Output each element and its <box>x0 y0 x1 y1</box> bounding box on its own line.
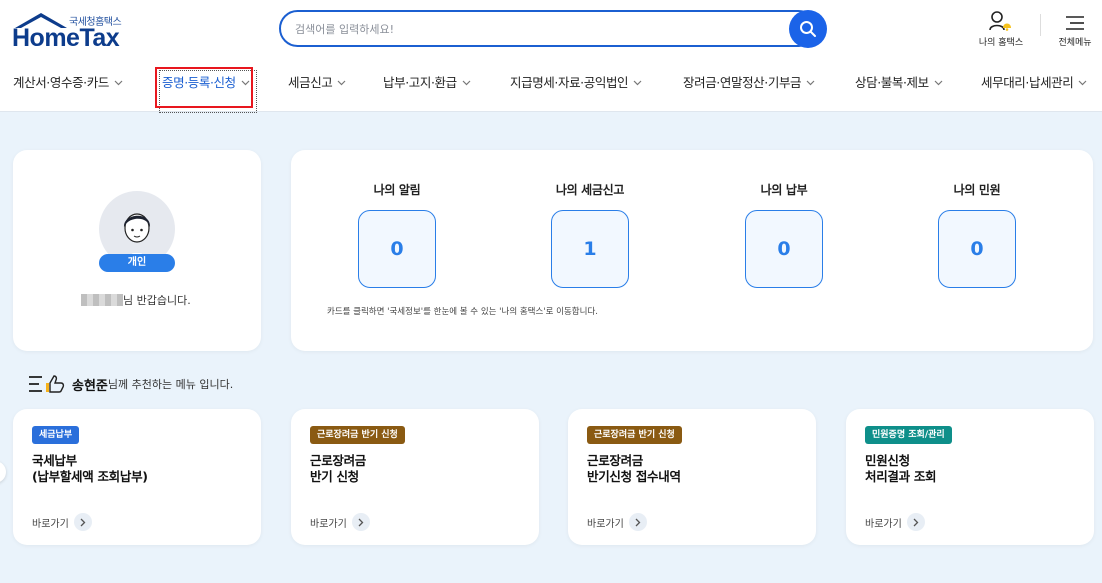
nav-item-tax-agent[interactable]: 세무대리·납세관리 <box>981 72 1087 91</box>
hometax-logo[interactable]: 국세청홈택스 HomeTax <box>12 10 132 52</box>
recommend-card-title: 민원신청 처리결과 조회 <box>865 453 937 484</box>
util-divider <box>1040 14 1041 36</box>
summary-count[interactable]: 0 <box>745 210 823 288</box>
nav-item-invoice-receipt-card[interactable]: 계산서·영수증·카드 <box>13 72 123 91</box>
nav-item-payment-refund[interactable]: 납부·고지·환급 <box>383 72 471 91</box>
profile-card: 개인 님 반갑습니다. <box>13 150 261 351</box>
user-type-badge: 개인 <box>99 254 175 272</box>
chevron-down-icon <box>934 74 943 89</box>
search-input[interactable] <box>295 20 775 38</box>
category-tag: 근로장려금 반기 신청 <box>587 426 682 444</box>
all-menu-label: 전체메뉴 <box>1058 38 1092 48</box>
summary-notifications[interactable]: 나의 알림 0 <box>337 181 457 288</box>
chevron-down-icon <box>114 74 123 89</box>
category-tag: 민원증명 조회/관리 <box>865 426 952 444</box>
summary-count[interactable]: 1 <box>551 210 629 288</box>
go-link[interactable]: 바로가기 <box>310 513 370 531</box>
chevron-down-icon <box>462 74 471 89</box>
summary-label: 나의 세금신고 <box>555 183 625 197</box>
recommend-card-title: 근로장려금 반기신청 접수내역 <box>587 453 681 484</box>
recommend-card-civil-result[interactable]: 민원증명 조회/관리 민원신청 처리결과 조회 바로가기 <box>846 409 1094 545</box>
summary-payment[interactable]: 나의 납부 0 <box>724 181 844 288</box>
category-tag: 세금납부 <box>32 426 80 444</box>
search-button[interactable] <box>789 10 827 48</box>
chevron-down-icon <box>1078 74 1087 89</box>
nav-item-incentives-year-end[interactable]: 장려금·연말정산·기부금 <box>683 72 815 91</box>
user-name: 송현준 <box>72 378 108 394</box>
nav-item-consulting-appeal[interactable]: 상담·불복·제보 <box>855 72 943 91</box>
summary-label: 나의 알림 <box>373 183 421 197</box>
recommend-card-incentive-history[interactable]: 근로장려금 반기 신청 근로장려금 반기신청 접수내역 바로가기 <box>568 409 816 545</box>
chevron-right-icon <box>351 513 370 531</box>
nav-item-payment-statements[interactable]: 지급명세·자료·공익법인 <box>510 72 642 91</box>
recommend-heading: 송현준 님께 추천하는 메뉴 입니다. <box>28 374 233 394</box>
all-menu-button[interactable]: 전체메뉴 <box>1043 8 1102 48</box>
recommend-card-incentive-apply[interactable]: 근로장려금 반기 신청 근로장려금 반기 신청 바로가기 <box>291 409 539 545</box>
chevron-right-icon <box>628 513 647 531</box>
summary-civil-petition[interactable]: 나의 민원 0 <box>917 181 1037 288</box>
recommend-suffix: 님께 추천하는 메뉴 입니다. <box>107 378 234 391</box>
recommend-card-tax-payment[interactable]: 세금납부 국세납부 (납부할세액 조회납부) 바로가기 <box>13 409 261 545</box>
nav-item-tax-filing[interactable]: 세금신고 <box>288 72 346 91</box>
my-hometax-label: 나의 홈택스 <box>978 38 1024 48</box>
recommend-card-title: 근로장려금 반기 신청 <box>310 453 367 484</box>
summary-count[interactable]: 0 <box>358 210 436 288</box>
chevron-down-icon <box>337 74 346 89</box>
search-icon <box>800 21 816 37</box>
chevron-down-icon <box>806 74 815 89</box>
summary-tax-filing[interactable]: 나의 세금신고 1 <box>530 181 650 288</box>
summary-note: 카드를 클릭하면 '국세정보'를 한눈에 볼 수 있는 '나의 홈택스'로 이동… <box>327 307 598 317</box>
category-tag: 근로장려금 반기 신청 <box>310 426 405 444</box>
summary-label: 나의 민원 <box>953 183 1001 197</box>
summary-label: 나의 납부 <box>760 183 808 197</box>
recommend-card-title: 국세납부 (납부할세액 조회납부) <box>32 453 148 484</box>
go-link[interactable]: 바로가기 <box>587 513 647 531</box>
highlight-box <box>155 67 253 108</box>
chevron-right-icon <box>73 513 92 531</box>
search-bar <box>279 10 817 47</box>
my-hometax-button[interactable]: 나의 홈택스 <box>969 8 1033 48</box>
greeting-text: 님 반갑습니다. <box>81 292 191 308</box>
chevron-right-icon <box>906 513 925 531</box>
hamburger-menu-icon <box>1066 16 1084 30</box>
logo-text: HomeTax <box>12 24 120 52</box>
go-link[interactable]: 바로가기 <box>32 513 92 531</box>
thumbs-up-list-icon <box>29 375 65 393</box>
user-bell-icon <box>989 11 1011 31</box>
summary-count[interactable]: 0 <box>938 210 1016 288</box>
my-hometax-summary: 나의 알림 0 나의 세금신고 1 나의 납부 0 나의 민원 0 카드를 클릭… <box>291 150 1093 351</box>
go-link[interactable]: 바로가기 <box>865 513 925 531</box>
chevron-down-icon <box>633 74 642 89</box>
carousel-prev-button[interactable] <box>0 461 6 483</box>
blurred-name <box>81 294 123 306</box>
